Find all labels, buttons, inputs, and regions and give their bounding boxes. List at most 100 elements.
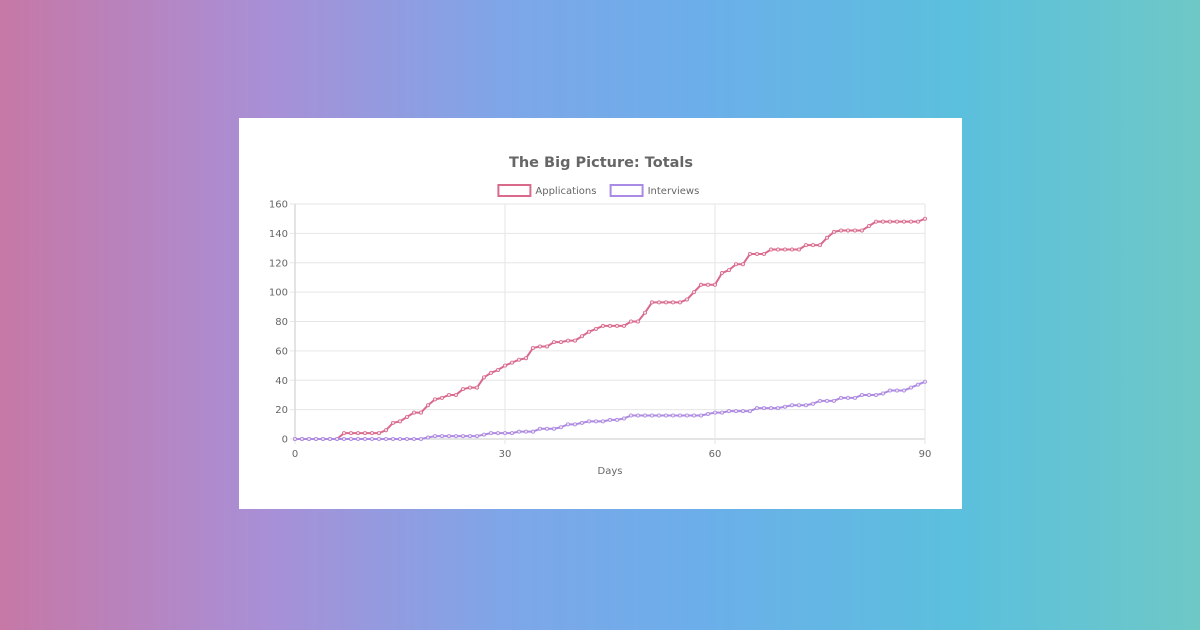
applications-point [628,319,633,324]
interviews-point [523,429,528,434]
interviews-point [853,395,858,400]
interviews-point [425,435,430,440]
applications-point [762,251,767,256]
applications-point [719,271,724,276]
interviews-point [342,436,347,441]
interviews-point [572,422,577,427]
interviews-point [776,406,781,411]
applications-point [783,247,788,252]
interviews-point [404,436,409,441]
legend-label-interviews[interactable]: Interviews [648,186,700,197]
interviews-point [747,409,752,414]
interviews-point [586,419,591,424]
applications-point [460,387,465,392]
applications-point [586,329,591,334]
y-tick-label: 20 [275,405,288,416]
interviews-point [783,404,788,409]
applications-point [376,431,381,436]
interviews-point [635,413,640,418]
applications-point [677,300,682,305]
interviews-point [818,398,823,403]
interviews-line [295,380,926,440]
interviews-point [600,419,605,424]
interviews-point [726,409,731,414]
applications-point [621,323,626,328]
applications-point [860,228,865,233]
applications-point [509,360,514,365]
applications-point [488,370,493,375]
applications-point [642,310,647,315]
chart-card: The Big Picture: Totals 0 20 40 60 80 100 120 1… [239,118,962,509]
interviews-point [593,419,598,424]
interviews-point [916,382,921,387]
applications-point [705,282,710,287]
interviews-point [411,436,416,441]
applications-point [404,414,409,419]
interviews-point [446,434,451,439]
interviews-point [684,413,689,418]
applications-point [811,243,816,248]
applications-point [544,344,549,349]
interviews-point [516,429,521,434]
y-tick-label: 80 [275,317,288,328]
y-tick-label: 40 [275,376,288,387]
applications-point [818,243,823,248]
interviews-point [293,436,298,441]
interviews-point [544,426,549,431]
interviews-point [383,436,388,441]
interviews-point [909,385,914,390]
interviews-point [790,403,795,408]
interviews-point [881,391,886,396]
legend-label-applications[interactable]: Applications [535,186,596,197]
applications-point [397,419,402,424]
applications-point [593,326,598,331]
y-tick-label: 160 [269,200,288,211]
interviews-point [846,395,851,400]
interviews-point [670,413,675,418]
interviews-point [418,436,423,441]
interviews-point [656,413,661,418]
line-chart: The Big Picture: Totals 0 20 40 60 80 100 120 1… [269,155,931,477]
applications-point [755,251,760,256]
legend-swatch-interviews[interactable] [609,184,644,197]
legend-swatch-applications[interactable] [497,184,532,197]
interviews-point [376,436,381,441]
applications-point [670,300,675,305]
applications-point [342,431,347,436]
applications-point [656,300,661,305]
applications-point [502,363,507,368]
interviews-point [328,436,333,441]
applications-point [383,428,388,433]
interviews-point [495,431,500,436]
applications-point [846,228,851,233]
applications-point [769,247,774,252]
interviews-point [621,416,626,421]
interviews-point [860,392,865,397]
interviews-point [691,413,696,418]
interviews-point [397,436,402,441]
applications-point [804,243,809,248]
applications-point [418,410,423,415]
applications-point [740,262,745,267]
applications-point [888,219,893,224]
interviews-point [797,403,802,408]
interviews-point [769,406,774,411]
interviews-point [719,410,724,415]
applications-point [853,228,858,233]
applications-point [495,367,500,372]
applications-point [369,431,374,436]
interviews-point [321,436,326,441]
x-tick-label: 0 [292,449,298,460]
applications-point [439,395,444,400]
interviews-point [432,434,437,439]
applications-point [516,357,521,362]
applications-point [530,345,535,350]
interviews-point [628,413,633,418]
applications-point [607,323,612,328]
applications-point [411,410,416,415]
interviews-point [390,436,395,441]
interviews-point [481,432,486,437]
applications-point [874,219,879,224]
interviews-point [488,431,493,436]
interviews-point [804,403,809,408]
